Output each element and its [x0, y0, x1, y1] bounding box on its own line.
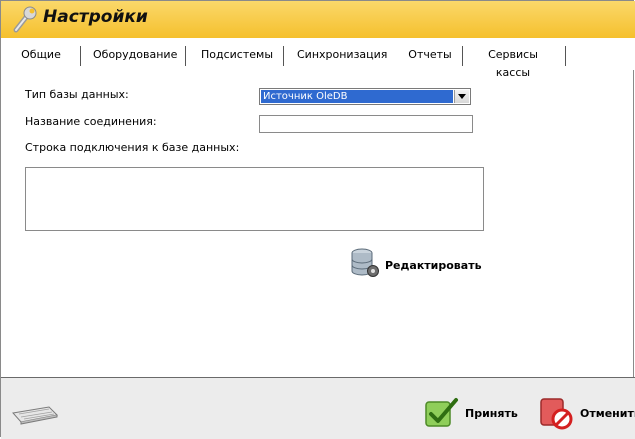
- footer-bar: Принять Отменить: [1, 377, 635, 439]
- edit-button-label: Редактировать: [385, 259, 482, 272]
- cancel-button-label: Отменить: [580, 407, 635, 420]
- tab-reports[interactable]: Отчеты: [408, 46, 452, 64]
- window-title: Настройки: [43, 7, 148, 27]
- tab-sync[interactable]: Синхронизация: [297, 46, 387, 64]
- cancel-button[interactable]: Отменить: [540, 396, 635, 432]
- settings-window: Настройки Общие Оборудование Подсистемы …: [0, 0, 635, 439]
- dropdown-button[interactable]: [454, 90, 469, 103]
- accept-button[interactable]: Принять: [425, 396, 525, 432]
- database-settings-icon: [351, 248, 379, 277]
- connection-string-textarea[interactable]: [25, 167, 484, 231]
- db-type-label: Тип базы данных:: [25, 88, 129, 101]
- tab-separator: [185, 46, 186, 66]
- tab-general[interactable]: Общие: [19, 46, 63, 64]
- tab-strip: Общие Оборудование Подсистемы Синхрониза…: [1, 38, 635, 79]
- connection-name-label: Название соединения:: [25, 115, 157, 128]
- chevron-down-icon: [458, 94, 466, 99]
- title-bar: Настройки: [1, 1, 635, 39]
- tab-separator: [80, 46, 81, 66]
- connection-string-label: Строка подключения к базе данных:: [25, 141, 240, 154]
- checkmark-icon: [425, 398, 458, 427]
- keyboard-icon[interactable]: [11, 405, 59, 425]
- tab-separator: [565, 46, 566, 66]
- tab-subsystems[interactable]: Подсистемы: [201, 46, 273, 64]
- tab-separator: [283, 46, 284, 66]
- connection-name-input[interactable]: [259, 115, 473, 133]
- db-type-value: Источник OleDB: [261, 90, 453, 103]
- tab-separator: [462, 46, 463, 66]
- cancel-icon: [540, 398, 573, 430]
- tab-pos-services[interactable]: Сервисы кассы: [471, 46, 555, 79]
- edit-button[interactable]: Редактировать: [350, 247, 482, 281]
- wrench-icon: [13, 6, 37, 33]
- tab-equipment[interactable]: Оборудование: [93, 46, 177, 64]
- db-type-select[interactable]: Источник OleDB: [259, 88, 471, 105]
- accept-button-label: Принять: [465, 407, 518, 420]
